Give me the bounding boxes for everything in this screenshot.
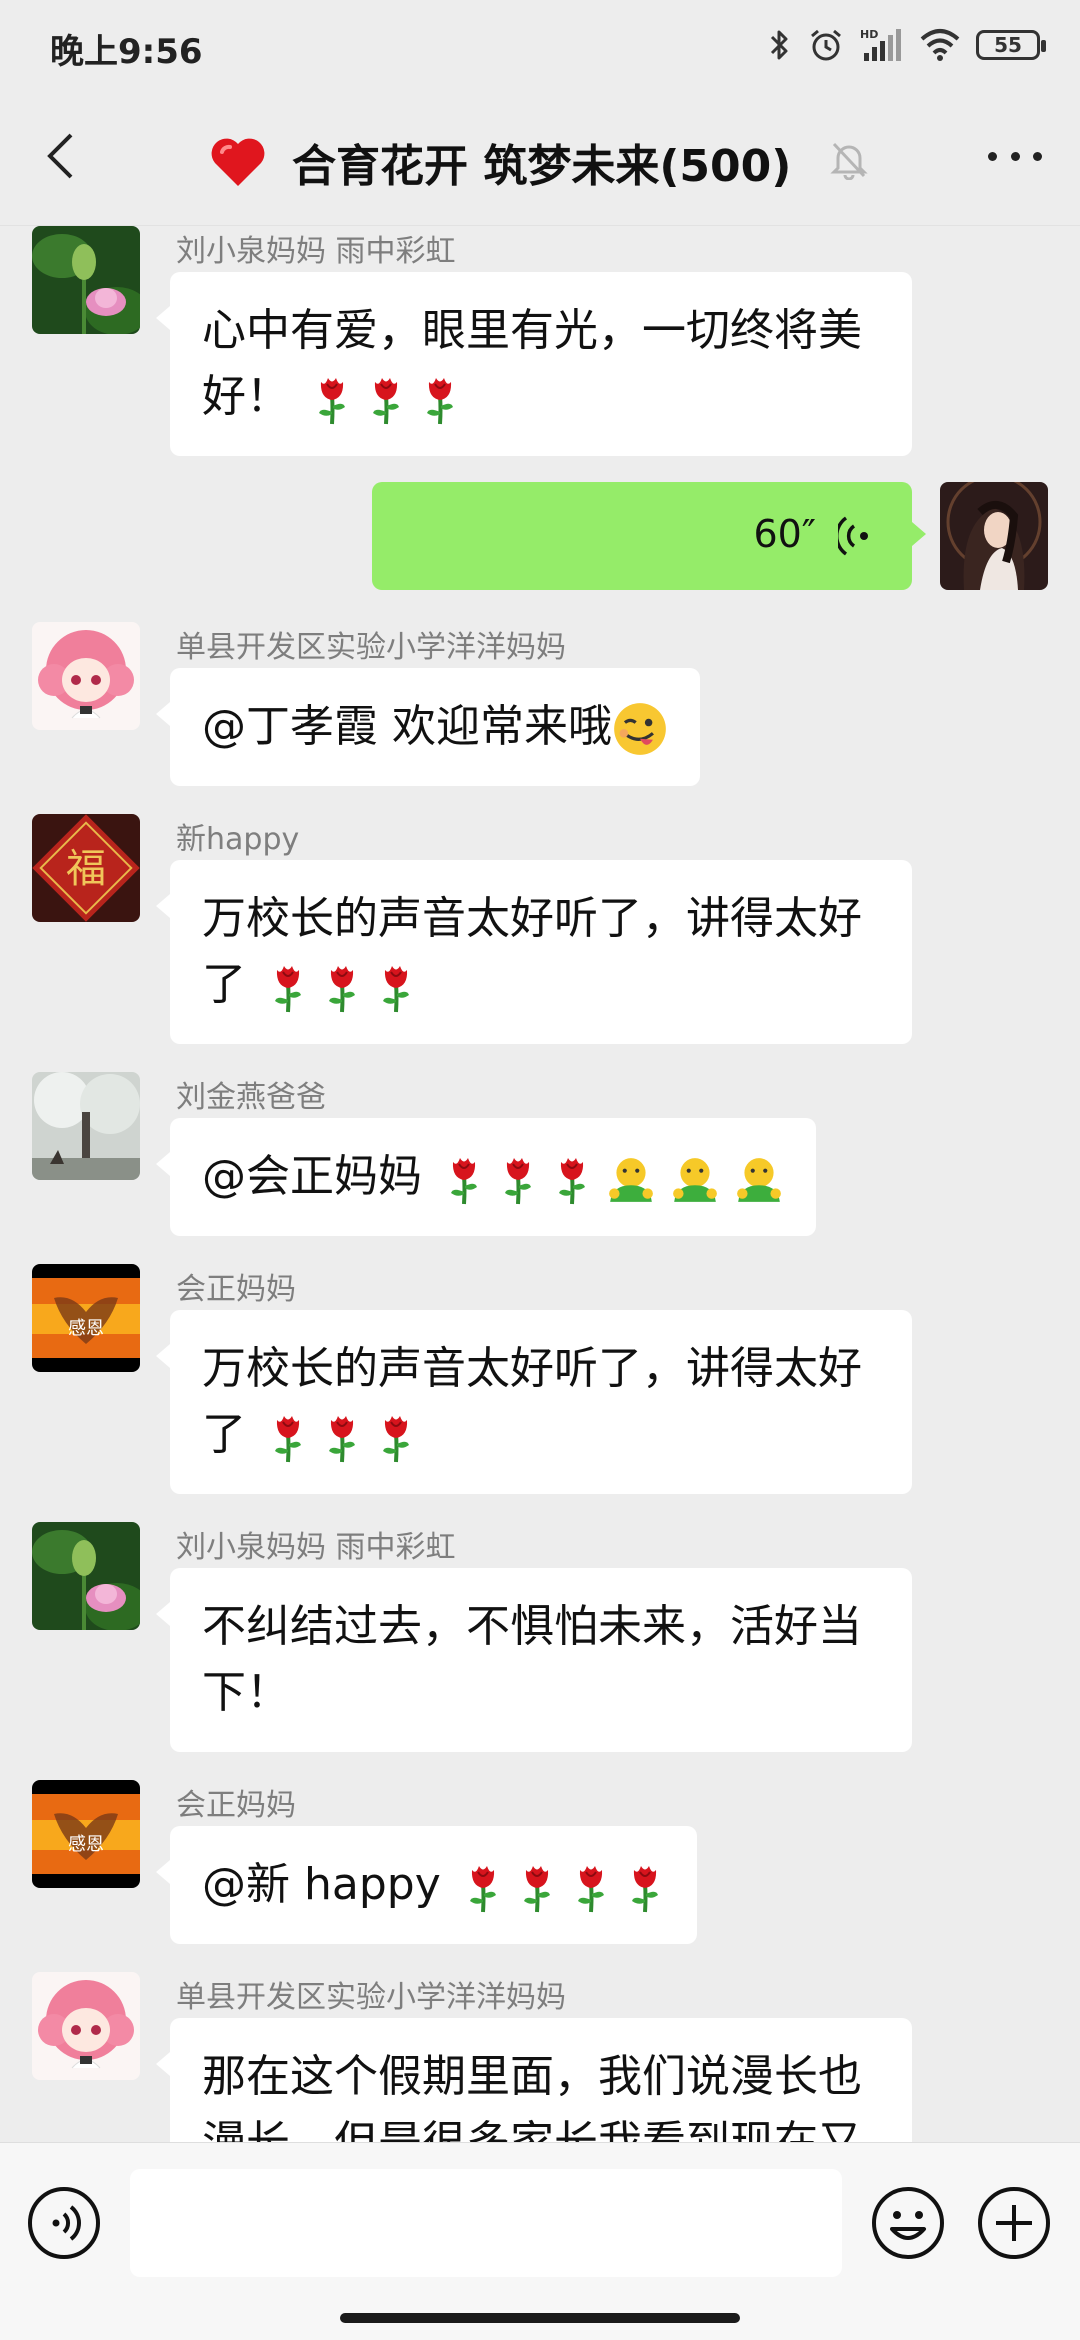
voice-wave-icon bbox=[838, 516, 868, 556]
emoji-group bbox=[612, 701, 668, 757]
svg-text:HD: HD bbox=[860, 28, 878, 41]
dot-icon bbox=[1010, 151, 1020, 161]
rose-icon bbox=[327, 964, 357, 1014]
wifi-icon bbox=[920, 29, 960, 61]
input-bar bbox=[0, 2142, 1080, 2340]
hug-emoji-icon bbox=[609, 1158, 653, 1202]
chat-message-list[interactable]: 刘小泉妈妈 雨中彩虹 心中有爱，眼里有光，一切终将美好！ 60″ 单县开发区实验… bbox=[0, 226, 1080, 2142]
message-text: @新 happy bbox=[202, 1859, 455, 1910]
voice-duration: 60″ bbox=[753, 512, 816, 556]
rose-icon bbox=[557, 1156, 587, 1206]
hug-emoji-icon bbox=[673, 1158, 717, 1202]
avatar-anime-girl[interactable] bbox=[32, 622, 140, 730]
home-indicator[interactable] bbox=[340, 2313, 740, 2323]
bluetooth-icon bbox=[770, 30, 788, 60]
voice-input-button[interactable] bbox=[26, 2185, 102, 2261]
chat-title[interactable]: 合育花开 筑梦未来(500) bbox=[210, 130, 791, 194]
message-bubble[interactable]: @会正妈妈 bbox=[156, 1118, 816, 1236]
sender-name: 会正妈妈 bbox=[176, 1788, 296, 1823]
status-bar: 晚上9:56 HD 55 bbox=[0, 0, 1080, 92]
emoji-group bbox=[312, 372, 460, 426]
ganen-label: 感恩 bbox=[68, 1834, 104, 1855]
rose-icon bbox=[273, 1414, 303, 1464]
rose-icon bbox=[273, 964, 303, 1014]
sender-name: 刘小泉妈妈 雨中彩虹 bbox=[176, 1530, 456, 1565]
sender-name: 新happy bbox=[176, 822, 300, 857]
message-bubble[interactable]: 那在这个假期里面，我们说漫长也漫长，但是很多家长我看到现在又 bbox=[156, 2018, 912, 2142]
emoji-group bbox=[444, 1152, 784, 1206]
rose-icon bbox=[371, 376, 401, 426]
message-bubble[interactable]: 万校长的声音太好听了，讲得太好了 bbox=[156, 1310, 912, 1494]
message-text: 心中有爱，眼里有光，一切终将美好！ bbox=[202, 305, 862, 422]
chat-header: 合育花开 筑梦未来(500) bbox=[0, 92, 1080, 226]
rose-icon bbox=[467, 1864, 498, 1914]
rose-icon bbox=[521, 1864, 552, 1914]
emoji-group bbox=[463, 1860, 665, 1914]
rose-icon bbox=[327, 1414, 357, 1464]
message-bubble[interactable]: @新 happy bbox=[156, 1826, 697, 1944]
ganen-label: 感恩 bbox=[68, 1318, 104, 1339]
message-bubble[interactable]: 不纠结过去，不惧怕未来，活好当下！ bbox=[156, 1568, 912, 1752]
avatar-snow-tree[interactable] bbox=[32, 1072, 140, 1180]
emoji-button[interactable] bbox=[870, 2185, 946, 2261]
dot-icon bbox=[1033, 151, 1042, 161]
sender-name: 单县开发区实验小学洋洋妈妈 bbox=[176, 630, 566, 665]
avatar-fu[interactable]: 福 bbox=[32, 814, 140, 922]
rose-icon bbox=[381, 964, 411, 1014]
message-text: 不纠结过去，不惧怕未来，活好当下！ bbox=[202, 1601, 862, 1718]
rose-icon bbox=[425, 376, 455, 426]
wink-emoji-icon bbox=[612, 701, 668, 757]
sender-name: 刘小泉妈妈 雨中彩虹 bbox=[176, 234, 456, 269]
rose-icon bbox=[449, 1156, 479, 1206]
message-input[interactable] bbox=[130, 2169, 842, 2277]
more-functions-button[interactable] bbox=[976, 2185, 1052, 2261]
fu-character: 福 bbox=[66, 846, 106, 892]
message-text: @丁孝霞 欢迎常来哦 bbox=[202, 701, 612, 752]
rose-icon bbox=[629, 1864, 660, 1914]
plus-icon bbox=[978, 2187, 1050, 2259]
rose-icon bbox=[317, 376, 347, 426]
emoji-group bbox=[268, 1410, 416, 1464]
more-options-button[interactable] bbox=[980, 136, 1050, 176]
rose-icon bbox=[381, 1414, 411, 1464]
heart-icon bbox=[210, 136, 266, 188]
alarm-icon bbox=[811, 29, 841, 61]
hug-emoji-icon bbox=[737, 1158, 781, 1202]
message-text: 那在这个假期里面，我们说漫长也漫长，但是很多家长我看到现在又 bbox=[202, 2051, 862, 2142]
mute-bell-icon bbox=[830, 142, 868, 180]
avatar-lotus[interactable] bbox=[32, 226, 140, 334]
rose-icon bbox=[575, 1864, 606, 1914]
my-avatar[interactable] bbox=[940, 482, 1048, 590]
chevron-left-icon bbox=[47, 133, 73, 179]
rose-icon bbox=[503, 1156, 533, 1206]
smiley-icon bbox=[872, 2187, 944, 2259]
sender-name: 刘金燕爸爸 bbox=[176, 1080, 326, 1115]
dot-icon bbox=[988, 151, 997, 161]
message-bubble[interactable]: 心中有爱，眼里有光，一切终将美好！ bbox=[156, 272, 912, 456]
voice-icon bbox=[28, 2187, 100, 2259]
sender-name: 单县开发区实验小学洋洋妈妈 bbox=[176, 1980, 566, 2015]
voice-message-bubble[interactable]: 60″ bbox=[372, 482, 926, 590]
signal-icon: HD bbox=[860, 28, 901, 61]
sender-name: 会正妈妈 bbox=[176, 1272, 296, 1307]
back-button[interactable] bbox=[30, 126, 90, 186]
avatar-ganen[interactable]: 感恩 bbox=[32, 1264, 140, 1372]
avatar-lotus[interactable] bbox=[32, 1522, 140, 1630]
chat-title-text: 合育花开 筑梦未来(500) bbox=[292, 141, 792, 192]
avatar-anime-girl[interactable] bbox=[32, 1972, 140, 2080]
battery-indicator: 55 bbox=[976, 30, 1046, 60]
emoji-group bbox=[268, 960, 416, 1014]
status-icons: HD 55 bbox=[766, 22, 1046, 68]
avatar-ganen[interactable]: 感恩 bbox=[32, 1780, 140, 1888]
message-bubble[interactable]: 万校长的声音太好听了，讲得太好了 bbox=[156, 860, 912, 1044]
message-text: @会正妈妈 bbox=[202, 1151, 436, 1202]
status-time: 晚上9:56 bbox=[50, 32, 203, 72]
message-bubble[interactable]: @丁孝霞 欢迎常来哦 bbox=[156, 668, 700, 786]
